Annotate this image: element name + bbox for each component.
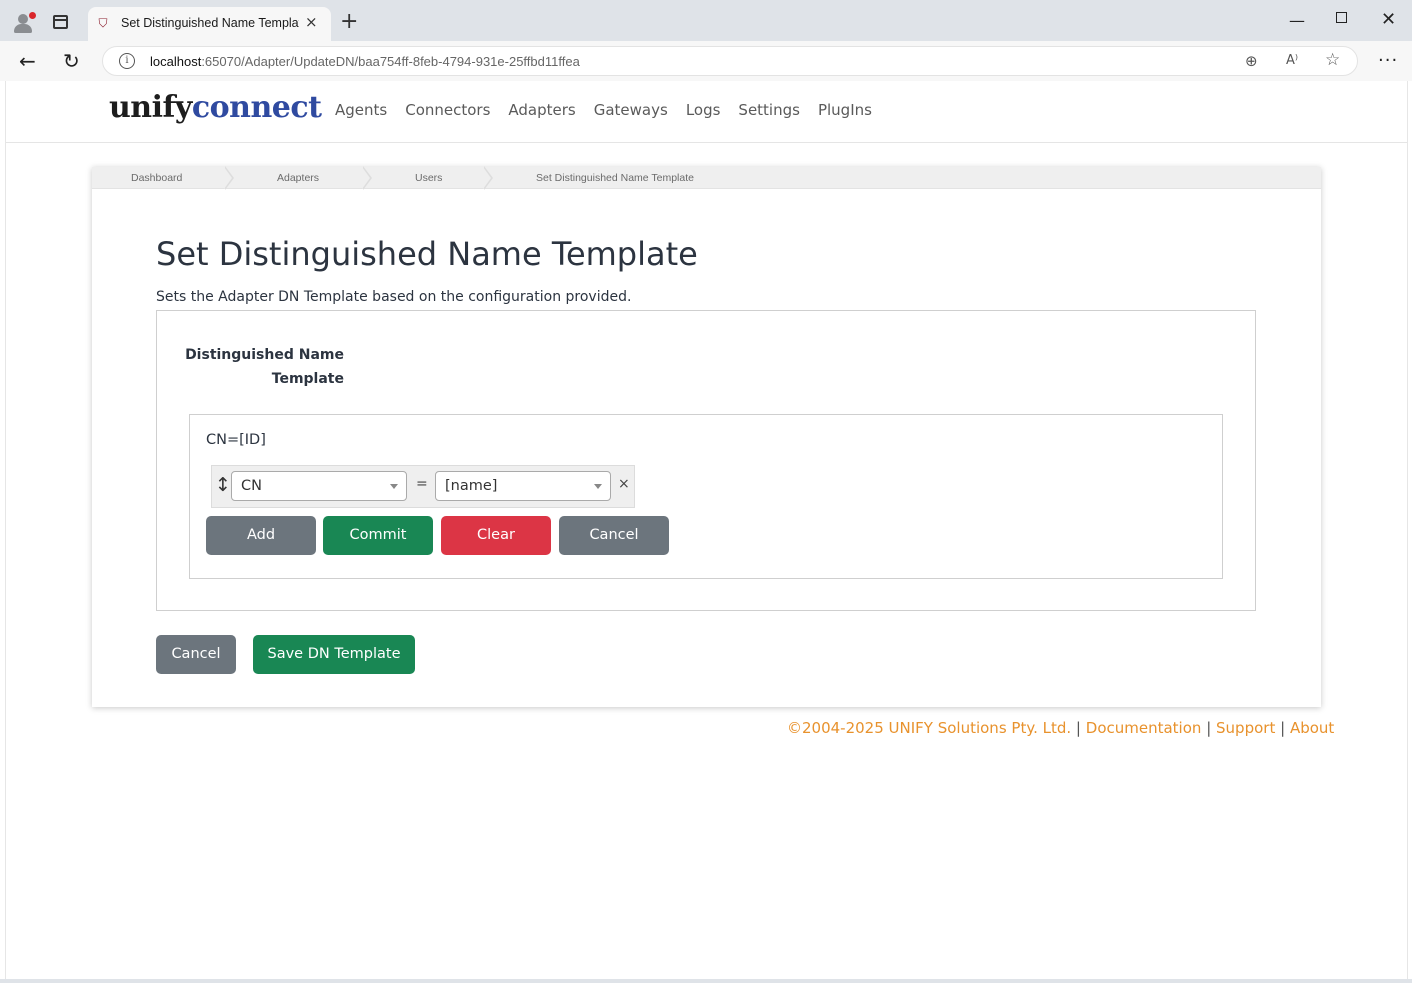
save-dn-template-button[interactable]: Save DN Template xyxy=(253,635,415,674)
url-text[interactable]: localhost:65070/Adapter/UpdateDN/baa754f… xyxy=(150,54,580,69)
dn-template-form: Distinguished Name Template CN=[ID] ↕ CN… xyxy=(156,310,1256,611)
page-footer: ©2004-2025 UNIFY Solutions Pty. Ltd. | D… xyxy=(787,719,1335,737)
maximize-icon[interactable] xyxy=(1336,12,1347,23)
breadcrumb-separator xyxy=(483,166,496,190)
breadcrumb-dashboard[interactable]: Dashboard xyxy=(131,172,182,184)
nav-plugins[interactable]: PlugIns xyxy=(818,101,872,119)
breadcrumb-adapters[interactable]: Adapters xyxy=(277,172,319,184)
minimize-icon[interactable]: — xyxy=(1289,11,1305,30)
nav-adapters[interactable]: Adapters xyxy=(508,101,575,119)
nav-logs[interactable]: Logs xyxy=(686,101,721,119)
support-link[interactable]: Support xyxy=(1216,719,1275,737)
breadcrumb-current: Set Distinguished Name Template xyxy=(536,172,694,184)
breadcrumb-separator xyxy=(362,166,375,190)
content-card: Dashboard Adapters Users Set Distinguish… xyxy=(92,166,1321,707)
unifyconnect-logo[interactable]: unifyconnect xyxy=(109,90,322,125)
commit-button[interactable]: Commit xyxy=(323,516,433,555)
cancel-button[interactable]: Cancel xyxy=(156,635,236,674)
tabs-icon[interactable] xyxy=(53,15,68,29)
value-select[interactable]: [name] xyxy=(435,471,611,501)
zoom-icon[interactable]: ⊕ xyxy=(1245,52,1258,70)
nav-connectors[interactable]: Connectors xyxy=(405,101,490,119)
menu-icon[interactable]: ··· xyxy=(1378,50,1398,71)
main-nav: Agents Connectors Adapters Gateways Logs… xyxy=(335,101,872,119)
documentation-link[interactable]: Documentation xyxy=(1086,719,1202,737)
dn-preview: CN=[ID] xyxy=(206,432,266,448)
breadcrumb-users[interactable]: Users xyxy=(415,172,442,184)
tab-close-icon[interactable]: × xyxy=(305,13,318,31)
address-bar[interactable]: i localhost:65070/Adapter/UpdateDN/baa75… xyxy=(102,46,1358,76)
window-bottom-border xyxy=(0,979,1412,983)
read-aloud-icon[interactable]: A⁾ xyxy=(1286,53,1298,68)
drag-handle-icon[interactable]: ↕ xyxy=(215,474,231,496)
dn-component-row: ↕ CN = [name] × xyxy=(211,465,635,508)
tab-title: Set Distinguished Name Template xyxy=(121,16,299,30)
app-navbar: unifyconnect Agents Connectors Adapters … xyxy=(6,81,1407,143)
favorite-icon[interactable]: ☆ xyxy=(1325,50,1340,70)
dn-builder: CN=[ID] ↕ CN = [name] × Add Commit Clear… xyxy=(189,414,1223,579)
attribute-select[interactable]: CN xyxy=(231,471,407,501)
clear-button[interactable]: Clear xyxy=(441,516,551,555)
breadcrumb-separator xyxy=(224,166,237,190)
add-button[interactable]: Add xyxy=(206,516,316,555)
page-viewport: unifyconnect Agents Connectors Adapters … xyxy=(5,81,1408,979)
nav-agents[interactable]: Agents xyxy=(335,101,387,119)
equals-sign: = xyxy=(416,476,428,492)
breadcrumb: Dashboard Adapters Users Set Distinguish… xyxy=(92,166,1321,190)
refresh-icon[interactable]: ↻ xyxy=(63,49,80,73)
page-subtitle: Sets the Adapter DN Template based on th… xyxy=(156,289,632,305)
nav-gateways[interactable]: Gateways xyxy=(594,101,668,119)
nav-settings[interactable]: Settings xyxy=(738,101,800,119)
builder-cancel-button[interactable]: Cancel xyxy=(559,516,669,555)
browser-titlebar: ⛉ Set Distinguished Name Template × + — … xyxy=(0,0,1412,41)
new-tab-button[interactable]: + xyxy=(340,9,358,34)
back-icon[interactable]: ← xyxy=(19,49,36,73)
site-favicon-icon: ⛉ xyxy=(98,16,108,30)
copyright-text: ©2004-2025 UNIFY Solutions Pty. Ltd. xyxy=(787,719,1072,737)
page-title: Set Distinguished Name Template xyxy=(156,235,698,273)
browser-toolbar: ← ↻ i localhost:65070/Adapter/UpdateDN/b… xyxy=(0,41,1412,81)
remove-row-icon[interactable]: × xyxy=(618,476,630,492)
about-link[interactable]: About xyxy=(1290,719,1334,737)
profile-icon[interactable] xyxy=(12,12,36,34)
dn-template-label: Distinguished Name Template xyxy=(185,347,344,387)
chevron-down-icon xyxy=(594,484,602,489)
browser-tab[interactable]: ⛉ Set Distinguished Name Template × xyxy=(88,7,331,41)
chevron-down-icon xyxy=(390,484,398,489)
close-icon[interactable]: ✕ xyxy=(1381,9,1396,30)
info-icon[interactable]: i xyxy=(119,53,135,69)
